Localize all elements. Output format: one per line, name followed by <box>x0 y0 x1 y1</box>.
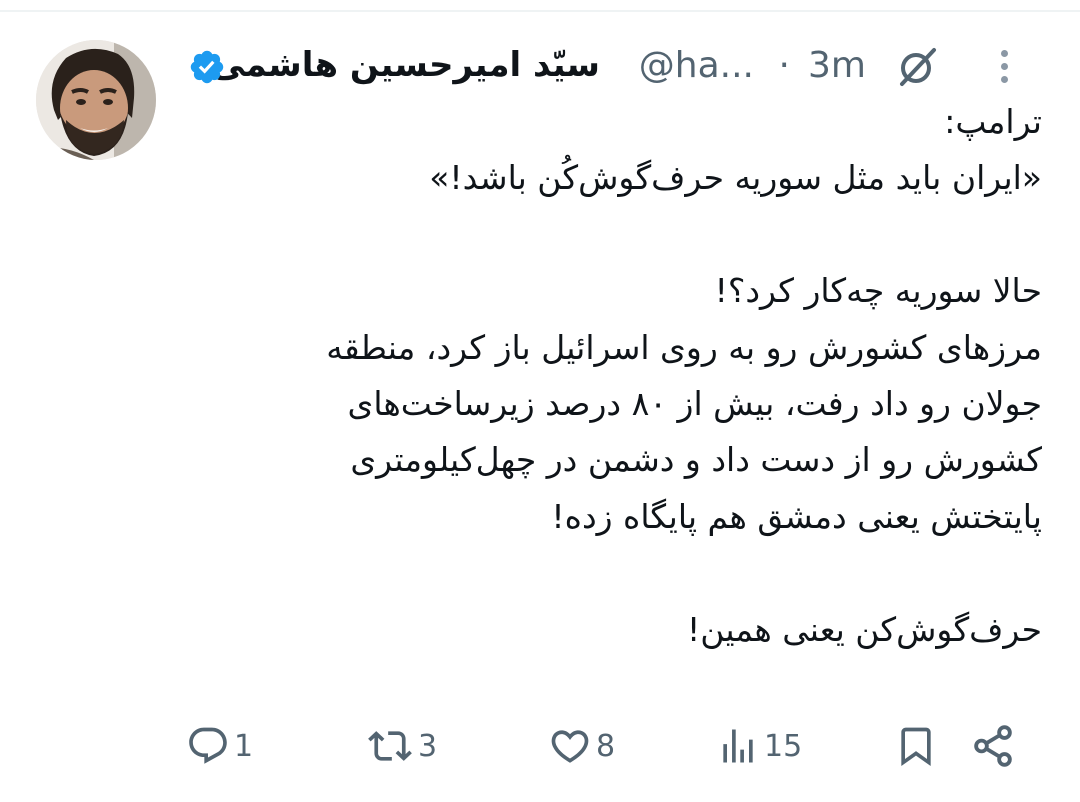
share-button[interactable] <box>970 718 1016 774</box>
author-handle[interactable]: @ha... <box>639 42 754 90</box>
bookmark-icon <box>901 727 931 767</box>
heart-icon <box>551 730 589 763</box>
grok-icon[interactable] <box>894 42 942 90</box>
top-divider <box>0 10 1080 12</box>
like-count: 8 <box>596 728 616 764</box>
views-bar-chart-icon <box>723 729 753 763</box>
tweet-text-line: حرف‌گوش‌کن یعنی همین! <box>686 609 1042 649</box>
tweet-text-line: حالا سوریه چه‌کار کرد؟! <box>714 271 1042 311</box>
tweet-actions: 1 3 8 15 <box>180 718 1060 774</box>
tweet-header: سیّد امیرحسین هاشمی @ha... · 3m <box>180 38 1060 94</box>
tweet-text-line <box>222 545 1042 601</box>
time-separator: · <box>778 45 790 86</box>
views-count: 15 <box>764 728 803 764</box>
share-icon <box>974 725 1012 767</box>
reply-button[interactable]: 1 <box>186 718 253 774</box>
tweet-text-line: پایتختش یعنی دمشق هم پایگاه زده! <box>551 496 1042 536</box>
tweet-text: ترامپ: «ایران باید مثل سوریه حرف‌گوش‌کُن… <box>222 94 1042 658</box>
tweet-text-line: کشورش رو از دست داد و دشمن در چهل‌کیلومت… <box>350 440 1042 480</box>
avatar[interactable] <box>36 40 156 160</box>
author-display-name[interactable]: سیّد امیرحسین هاشمی <box>211 40 600 90</box>
tweet-timestamp[interactable]: 3m <box>808 42 866 90</box>
bookmark-button[interactable] <box>894 718 938 774</box>
tweet-text-line: «ایران باید مثل سوریه حرف‌گوش‌کُن باشد!» <box>429 158 1042 198</box>
tweet-text-line <box>222 207 1042 263</box>
tweet-text-line: مرزهای کشورش رو به روی اسرائیل باز کرد، … <box>326 327 1042 367</box>
repost-button[interactable]: 3 <box>366 718 437 774</box>
more-dots-icon[interactable] <box>992 44 1016 88</box>
repost-count: 3 <box>418 728 438 764</box>
verified-badge-icon <box>190 50 224 84</box>
repost-icon <box>368 731 412 761</box>
tweet-text-line: ترامپ: <box>944 102 1042 141</box>
reply-count: 1 <box>234 728 254 764</box>
tweet-text-line: جولان رو داد رفت، بیش از ۸۰ درصد زیرساخت… <box>347 383 1043 423</box>
views-button[interactable]: 15 <box>716 718 802 774</box>
like-button[interactable]: 8 <box>548 718 615 774</box>
avatar-photo <box>36 40 156 160</box>
reply-icon <box>189 727 227 764</box>
